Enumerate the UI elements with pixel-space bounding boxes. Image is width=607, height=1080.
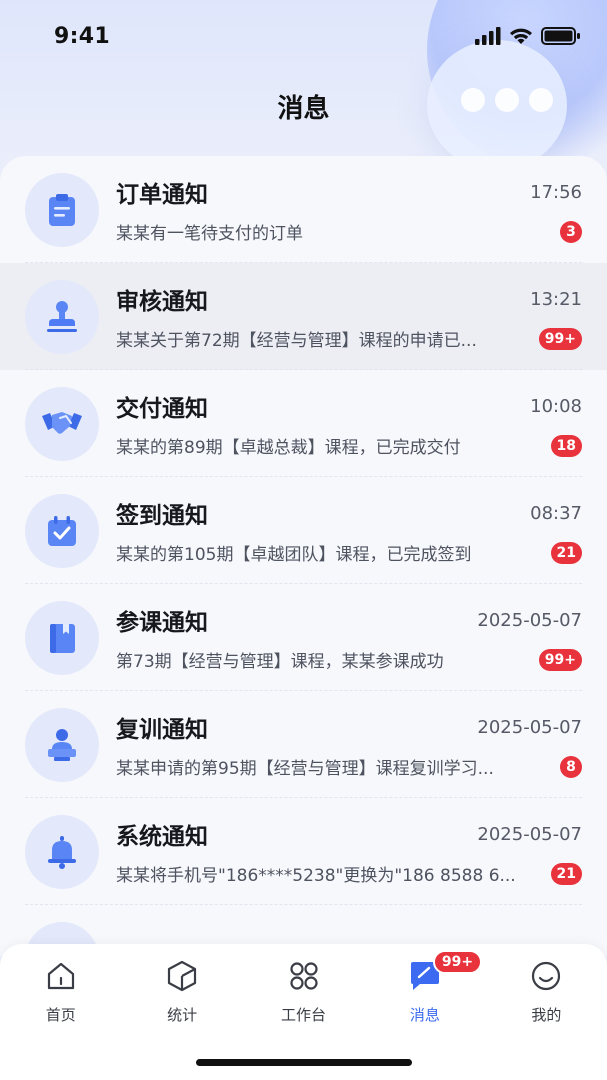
- unread-badge: 99+: [538, 327, 582, 350]
- unread-badge: 18: [550, 434, 582, 457]
- home-icon: [47, 962, 74, 990]
- tab-label: 消息: [409, 1006, 440, 1024]
- notification-row-order[interactable]: 订单通知 17:56 某某有一笔待支付的订单 3: [0, 156, 607, 263]
- signal-icon: [475, 27, 501, 45]
- notification-time: 13:21: [530, 288, 582, 310]
- tab-profile[interactable]: 我的: [486, 958, 607, 1034]
- status-time: 9:41: [54, 23, 110, 49]
- calendar-check-icon: [25, 493, 99, 568]
- tab-label: 我的: [531, 1006, 562, 1024]
- notification-preview: 某某有一笔待支付的订单: [116, 224, 303, 244]
- stamp-icon: [25, 279, 99, 354]
- notification-preview: 某某关于第72期【经营与管理】课程的申请已...: [116, 331, 477, 351]
- battery-icon: [541, 27, 580, 45]
- handshake-icon: [25, 386, 99, 461]
- notification-row-system[interactable]: 系统通知 2025-05-07 某某将手机号"186****5238"更换为"1…: [0, 798, 607, 905]
- notification-title: 系统通知: [116, 824, 208, 850]
- notification-title: 交付通知: [116, 396, 208, 422]
- notification-time: 10:08: [530, 395, 582, 417]
- tab-workbench[interactable]: 工作台: [243, 958, 364, 1034]
- page-title: 消息: [277, 94, 330, 124]
- notification-row-delivery[interactable]: 交付通知 10:08 某某的第89期【卓越总裁】课程，已完成交付 18: [0, 370, 607, 477]
- wifi-icon: [510, 28, 532, 44]
- tab-label: 首页: [45, 1006, 76, 1024]
- notification-time: 2025-05-07: [477, 609, 582, 631]
- clipboard-icon: [25, 172, 99, 247]
- notification-preview: 某某的第105期【卓越团队】课程，已完成签到: [116, 545, 472, 565]
- notification-time: 08:37: [530, 502, 582, 524]
- grid-icon: [289, 962, 318, 990]
- notification-preview: 某某的第89期【卓越总裁】课程，已完成交付: [116, 438, 461, 458]
- tab-label: 工作台: [281, 1006, 327, 1024]
- tab-unread-badge: 99+: [432, 950, 483, 974]
- notification-title: 复训通知: [116, 717, 208, 743]
- notification-title: 签到通知: [116, 503, 208, 529]
- teacher-icon: [25, 707, 99, 782]
- notification-row-review[interactable]: 审核通知 13:21 某某关于第72期【经营与管理】课程的申请已... 99+: [0, 263, 607, 370]
- status-icons: [475, 26, 581, 46]
- book-icon: [25, 600, 99, 675]
- smile-icon: [532, 961, 561, 991]
- unread-badge: 21: [550, 862, 582, 885]
- cube-icon: [168, 960, 197, 992]
- notification-time: 2025-05-07: [477, 823, 582, 845]
- notification-row-retraining[interactable]: 复训通知 2025-05-07 某某申请的第95期【经营与管理】课程复训学习..…: [0, 691, 607, 798]
- status-bar: 9:41: [0, 0, 607, 72]
- notification-preview: 某某申请的第95期【经营与管理】课程复训学习...: [116, 759, 494, 779]
- notification-list: 订单通知 17:56 某某有一笔待支付的订单 3 审核通知 13:21 某某关于…: [0, 156, 607, 956]
- tab-messages[interactable]: 99+ 消息: [364, 950, 485, 1034]
- notification-title: 审核通知: [116, 289, 208, 315]
- tab-statistics[interactable]: 统计: [121, 958, 242, 1034]
- notification-time: 17:56: [530, 181, 582, 203]
- tab-home[interactable]: 首页: [0, 958, 121, 1034]
- notification-time: 2025-05-07: [477, 716, 582, 738]
- home-indicator: [196, 1059, 412, 1066]
- notification-row-checkin[interactable]: 签到通知 08:37 某某的第105期【卓越团队】课程，已完成签到 21: [0, 477, 607, 584]
- notification-preview: 某某将手机号"186****5238"更换为"186 8588 6...: [116, 866, 516, 886]
- unread-badge: 3: [560, 220, 582, 243]
- unread-badge: 21: [550, 541, 582, 564]
- notification-row-attendance[interactable]: 参课通知 2025-05-07 第73期【经营与管理】课程，某某参课成功 99+: [0, 584, 607, 691]
- notification-title: 订单通知: [116, 182, 208, 208]
- notification-preview: 第73期【经营与管理】课程，某某参课成功: [116, 652, 444, 672]
- unread-badge: 8: [560, 755, 582, 778]
- tab-label: 统计: [167, 1006, 198, 1024]
- bell-icon: [25, 814, 99, 889]
- notification-title: 参课通知: [116, 610, 208, 636]
- unread-badge: 99+: [538, 648, 582, 671]
